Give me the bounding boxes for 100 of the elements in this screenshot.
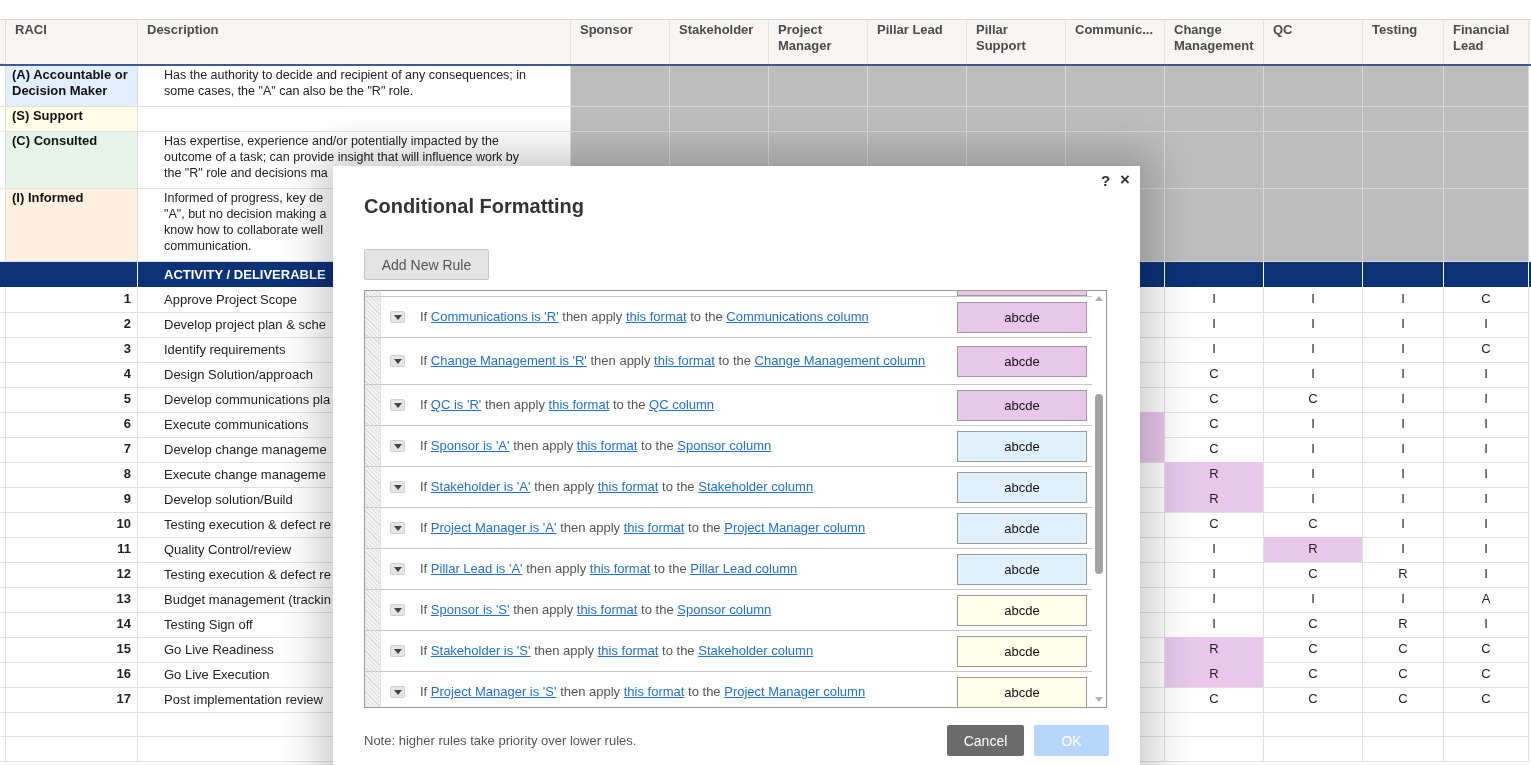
caret-icon [393, 402, 402, 408]
rule-link[interactable]: Stakeholder is 'A' [430, 479, 531, 494]
rule-link[interactable]: this format [654, 353, 715, 368]
format-swatch[interactable]: abcde [957, 389, 1087, 421]
column-header[interactable]: Description [138, 20, 571, 64]
rule-link[interactable]: Sponsor column [677, 602, 772, 617]
column-header[interactable]: Communic... [1066, 20, 1165, 64]
drag-handle[interactable] [365, 426, 381, 466]
rule-link[interactable]: QC is 'R' [430, 397, 482, 412]
column-header[interactable]: Change Management [1165, 20, 1264, 64]
drag-handle[interactable] [365, 590, 381, 630]
rule-link[interactable]: Change Management column [754, 353, 926, 368]
add-rule-button[interactable]: Add New Rule [364, 249, 489, 280]
rule-link[interactable]: this format [576, 438, 638, 453]
column-header[interactable]: Financial Lead [1444, 20, 1529, 64]
column-header[interactable]: RACI [6, 20, 138, 64]
rule-link[interactable]: Sponsor is 'S' [430, 602, 510, 617]
caret-icon [393, 525, 402, 531]
table-cell: C [1444, 662, 1529, 688]
drag-handle[interactable] [365, 338, 381, 384]
drag-handle[interactable] [365, 508, 381, 548]
rule-link[interactable]: Change Management is 'R' [430, 353, 587, 368]
rule-link[interactable]: Project Manager is 'A' [430, 520, 557, 535]
rule-link[interactable]: Communications column [726, 309, 869, 324]
dropdown-button[interactable] [390, 563, 405, 575]
activity-text: Go Live Execution [164, 667, 270, 682]
rule-link[interactable]: this format [623, 520, 685, 535]
table-cell: I [1264, 412, 1363, 438]
dropdown-button[interactable] [390, 604, 405, 616]
rule-link[interactable]: this format [623, 684, 685, 699]
format-swatch[interactable]: abcde [957, 635, 1087, 667]
drag-handle[interactable] [365, 672, 381, 707]
table-cell: C [1165, 687, 1264, 713]
format-swatch[interactable]: abcde [957, 512, 1087, 544]
column-header[interactable]: Stakeholder [670, 20, 769, 64]
dropdown-button[interactable] [390, 355, 405, 367]
rule-text: If Sponsor is 'S' then apply this format to the Sponsor column [419, 601, 773, 619]
caret-icon [393, 443, 402, 449]
dropdown-button[interactable] [390, 522, 405, 534]
rule-link[interactable]: this format [576, 602, 638, 617]
column-header[interactable]: Pillar Lead [868, 20, 967, 64]
dropdown-button[interactable] [390, 686, 405, 698]
cancel-button[interactable]: Cancel [947, 725, 1024, 756]
table-cell: C [1165, 512, 1264, 538]
dropdown-button[interactable] [390, 481, 405, 493]
rule-link[interactable]: Stakeholder is 'S' [430, 643, 531, 658]
column-header[interactable]: QC [1264, 20, 1363, 64]
format-swatch[interactable] [957, 291, 1087, 296]
rule-link[interactable]: Project Manager is 'S' [430, 684, 557, 699]
rule-link[interactable]: this format [597, 479, 659, 494]
column-header[interactable]: Testing [1363, 20, 1444, 64]
drag-handle[interactable] [365, 467, 381, 507]
dropdown-button[interactable] [390, 440, 405, 452]
caret-icon [393, 689, 402, 695]
rule-link[interactable]: this format [597, 643, 659, 658]
rule-link[interactable]: Project Manager column [724, 684, 866, 699]
rule-link[interactable]: QC column [649, 397, 715, 412]
format-swatch[interactable]: abcde [957, 301, 1087, 333]
rule-link[interactable]: Pillar Lead is 'A' [430, 561, 523, 576]
format-swatch[interactable]: abcde [957, 430, 1087, 462]
dialog-title: Conditional Formatting [364, 194, 584, 219]
help-button[interactable]: ? [1098, 170, 1113, 190]
column-header[interactable]: Pillar Support [967, 20, 1066, 64]
table-cell: I [1363, 362, 1444, 388]
dropdown-button[interactable] [390, 399, 405, 411]
rule-link[interactable]: Communications is 'R' [430, 309, 559, 324]
format-swatch[interactable]: abcde [957, 345, 1087, 377]
rule-link[interactable]: this format [625, 309, 687, 324]
table-cell: I [1444, 312, 1529, 338]
rule-link[interactable]: Sponsor is 'A' [430, 438, 510, 453]
drag-handle[interactable] [365, 631, 381, 671]
activity-text: Testing execution & defect re [164, 567, 331, 582]
close-button[interactable]: × [1118, 170, 1132, 190]
rule-link[interactable]: this format [548, 397, 610, 412]
rule-link[interactable]: Pillar Lead column [690, 561, 798, 576]
drag-handle[interactable] [365, 385, 381, 425]
row-number: 11 [117, 541, 131, 556]
column-header[interactable]: Project Manager [769, 20, 868, 64]
table-cell: I [1363, 387, 1444, 413]
dropdown-button[interactable] [390, 645, 405, 657]
rule-link[interactable]: Project Manager column [724, 520, 866, 535]
table-cell: I [1444, 362, 1529, 388]
dropdown-button[interactable] [390, 311, 405, 323]
rule-text: If Stakeholder is 'S' then apply this format to the Stakeholder column [419, 642, 815, 660]
column-header[interactable]: Sponsor [571, 20, 670, 64]
drag-handle[interactable] [365, 291, 381, 296]
format-swatch[interactable]: abcde [957, 553, 1087, 585]
drag-handle[interactable] [365, 549, 381, 589]
format-swatch[interactable]: abcde [957, 471, 1087, 503]
rule-link[interactable]: Stakeholder column [698, 643, 814, 658]
table-cell: R [1165, 662, 1264, 688]
rule-link[interactable]: Sponsor column [677, 438, 772, 453]
rule-link[interactable]: Stakeholder column [698, 479, 814, 494]
table-cell: I [1363, 462, 1444, 488]
activity-text: Budget management (trackin [164, 592, 331, 607]
format-swatch[interactable]: abcde [957, 594, 1087, 626]
rule-link[interactable]: this format [589, 561, 651, 576]
table-cell: C [1444, 687, 1529, 713]
drag-handle[interactable] [365, 297, 381, 337]
format-swatch[interactable]: abcde [957, 676, 1087, 707]
